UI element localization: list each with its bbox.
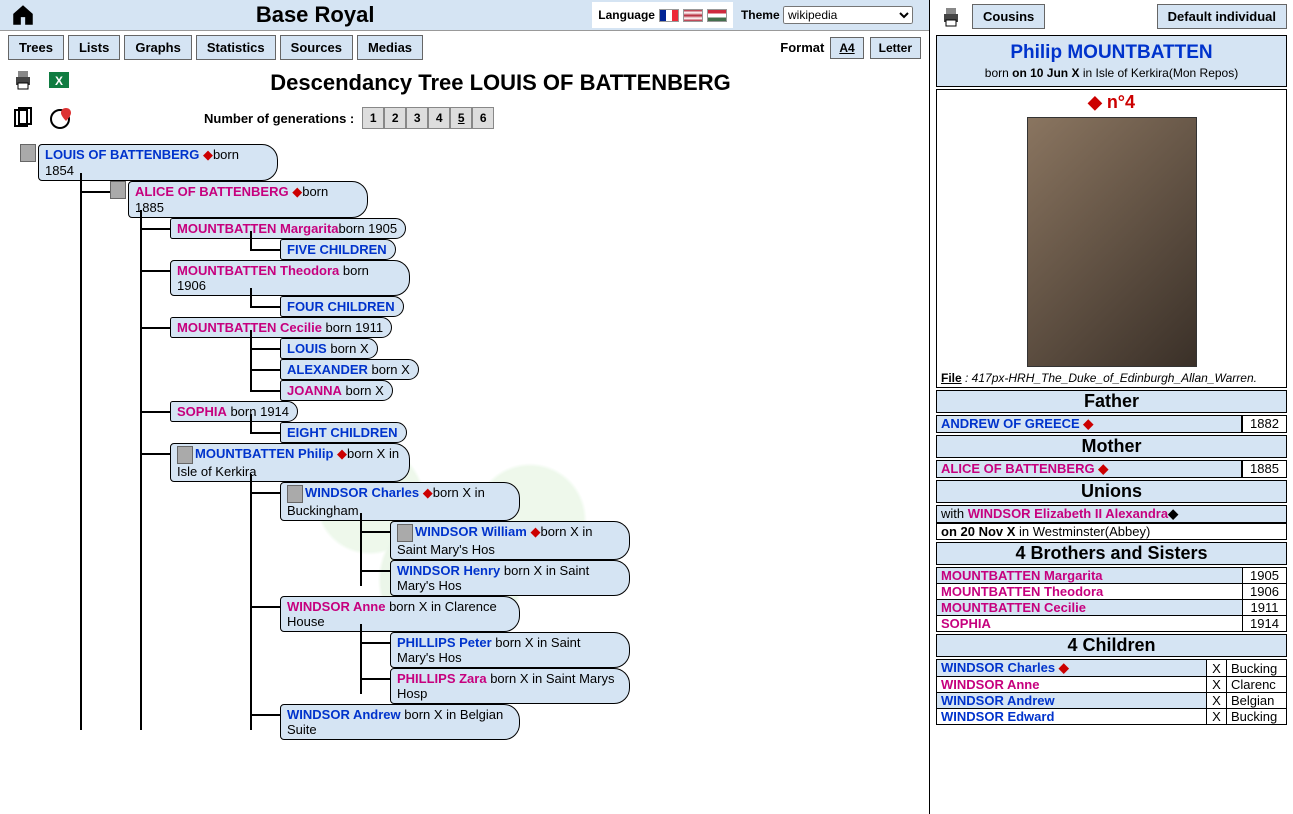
tree-node[interactable]: FOUR CHILDREN — [280, 296, 404, 317]
child-row: WINDSOR EdwardXBucking — [937, 709, 1287, 725]
tree-node[interactable]: ALEXANDER born X — [280, 359, 419, 380]
format-letter[interactable]: Letter — [870, 37, 921, 59]
tree-node[interactable]: WINDSOR William ◆born X in Saint Mary's … — [390, 521, 630, 560]
gen-4[interactable]: 4 — [428, 107, 450, 129]
flag-fr-icon[interactable] — [659, 9, 679, 22]
tree-node[interactable]: JOANNA born X — [280, 380, 393, 401]
sibling-link[interactable]: MOUNTBATTEN Margarita — [941, 568, 1103, 583]
sibling-link[interactable]: SOPHIA — [941, 616, 991, 631]
tree-node[interactable]: EIGHT CHILDREN — [280, 422, 407, 443]
tree-node[interactable]: MOUNTBATTEN Theodora born 1906 — [170, 260, 410, 296]
person-thumb-icon — [177, 446, 193, 464]
father-year: 1882 — [1242, 416, 1286, 432]
nav-trees[interactable]: Trees — [8, 35, 64, 60]
person-thumb-icon — [397, 524, 413, 542]
sibling-row: MOUNTBATTEN Theodora1906 — [937, 584, 1287, 600]
child-link[interactable]: WINDSOR Edward — [941, 709, 1054, 724]
format-label: Format — [780, 40, 824, 55]
nav-medias[interactable]: Medias — [357, 35, 423, 60]
child-row: WINDSOR AnneXClarenc — [937, 677, 1287, 693]
children-header: 4 Children — [936, 634, 1287, 657]
flag-hu-icon[interactable] — [707, 9, 727, 22]
person-thumb-icon — [287, 485, 303, 503]
tree-node[interactable]: LOUIS OF BATTENBERG ◆born 1854 — [38, 144, 278, 181]
tree-node[interactable]: PHILLIPS Zara born X in Saint Marys Hosp — [390, 668, 630, 704]
excel-icon[interactable]: X — [44, 68, 74, 92]
father-header: Father — [936, 390, 1287, 413]
child-row: WINDSOR Charles ◆XBucking — [937, 660, 1287, 677]
father-link[interactable]: ANDREW OF GREECE — [941, 416, 1080, 431]
file-info: File : 417px-HRH_The_Duke_of_Edinburgh_A… — [937, 369, 1286, 387]
sibling-link[interactable]: MOUNTBATTEN Cecilie — [941, 600, 1086, 615]
site-title: Base Royal — [38, 2, 592, 28]
sibling-row: SOPHIA1914 — [937, 616, 1287, 632]
gen-1[interactable]: 1 — [362, 107, 384, 129]
tree-node[interactable]: PHILLIPS Peter born X in Saint Mary's Ho… — [390, 632, 630, 668]
tree-node[interactable]: MOUNTBATTEN Philip ◆born X in Isle of Ke… — [170, 443, 410, 482]
page-title: Descendancy Tree LOUIS OF BATTENBERG — [80, 68, 921, 98]
sibling-row: MOUNTBATTEN Margarita1905 — [937, 568, 1287, 584]
nav-sources[interactable]: Sources — [280, 35, 353, 60]
language-label: Language — [598, 8, 655, 22]
gen-3[interactable]: 3 — [406, 107, 428, 129]
tree-node[interactable]: SOPHIA born 1914 — [170, 401, 298, 422]
gen-2[interactable]: 2 — [384, 107, 406, 129]
gen-5[interactable]: 5 — [450, 107, 472, 129]
theme-select[interactable]: wikipedia — [783, 6, 913, 24]
mother-header: Mother — [936, 435, 1287, 458]
generations-label: Number of generations : — [204, 111, 354, 126]
individual-number: ◆ n°4 — [937, 90, 1286, 115]
printer-icon[interactable] — [936, 5, 966, 29]
printer-icon[interactable] — [8, 68, 38, 92]
tree-node[interactable]: WINDSOR Anne born X in Clarence House — [280, 596, 520, 632]
format-a4[interactable]: A4 — [830, 37, 863, 59]
unions-header: Unions — [936, 480, 1287, 503]
nav-graphs[interactable]: Graphs — [124, 35, 192, 60]
tree-node[interactable]: WINDSOR Henry born X in Saint Mary's Hos — [390, 560, 630, 596]
individual-born: born on 10 Jun X in Isle of Kerkira(Mon … — [943, 66, 1280, 80]
individual-name[interactable]: Philip MOUNTBATTEN — [943, 42, 1280, 64]
tree-node[interactable]: MOUNTBATTEN Cecilie born 1911 — [170, 317, 392, 338]
flag-us-icon[interactable] — [683, 9, 703, 22]
person-thumb-icon — [110, 181, 126, 199]
tree-node[interactable]: LOUIS born X — [280, 338, 378, 359]
gen-6[interactable]: 6 — [472, 107, 494, 129]
svg-text:X: X — [55, 74, 63, 88]
union-date: on 20 Nov X in Westminster(Abbey) — [936, 523, 1287, 540]
union-row: with WINDSOR Elizabeth II Alexandra◆ — [936, 505, 1287, 523]
theme-label: Theme — [741, 8, 780, 22]
child-link[interactable]: WINDSOR Andrew — [941, 693, 1055, 708]
nav-statistics[interactable]: Statistics — [196, 35, 276, 60]
globe-pin-icon[interactable] — [46, 106, 76, 130]
mother-year: 1885 — [1242, 461, 1286, 477]
individual-photo — [1027, 117, 1197, 367]
child-link[interactable]: WINDSOR Anne — [941, 677, 1039, 692]
nav-lists[interactable]: Lists — [68, 35, 120, 60]
tree-node[interactable]: ALICE OF BATTENBERG ◆born 1885 — [128, 181, 368, 218]
sibling-link[interactable]: MOUNTBATTEN Theodora — [941, 584, 1103, 599]
sibling-row: MOUNTBATTEN Cecilie1911 — [937, 600, 1287, 616]
tree-node[interactable]: WINDSOR Charles ◆born X in Buckingham — [280, 482, 520, 521]
cousins-button[interactable]: Cousins — [972, 4, 1045, 29]
person-thumb-icon — [20, 144, 36, 162]
siblings-header: 4 Brothers and Sisters — [936, 542, 1287, 565]
child-row: WINDSOR AndrewXBelgian — [937, 693, 1287, 709]
spouse-link[interactable]: WINDSOR Elizabeth II Alexandra — [968, 506, 1168, 521]
descendancy-tree: LOUIS OF BATTENBERG ◆born 1854ALICE OF B… — [0, 134, 929, 746]
copy-icon[interactable] — [8, 106, 38, 130]
tree-node[interactable]: MOUNTBATTEN Margaritaborn 1905 — [170, 218, 406, 239]
default-individual-button[interactable]: Default individual — [1157, 4, 1287, 29]
home-icon[interactable] — [8, 2, 38, 28]
child-link[interactable]: WINDSOR Charles — [941, 660, 1055, 675]
tree-node[interactable]: FIVE CHILDREN — [280, 239, 396, 260]
tree-node[interactable]: WINDSOR Andrew born X in Belgian Suite — [280, 704, 520, 740]
mother-link[interactable]: ALICE OF BATTENBERG — [941, 461, 1095, 476]
